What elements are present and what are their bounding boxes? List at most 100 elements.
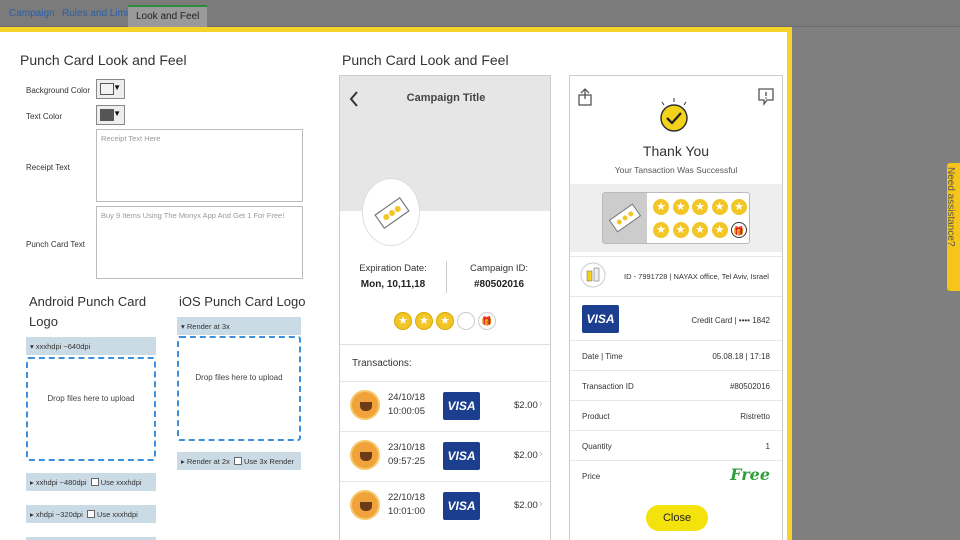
transaction-date: 24/10/18 <box>388 392 425 403</box>
text-color-picker[interactable]: ▼ <box>96 105 125 125</box>
stamp-star-icon: ★ <box>711 199 728 215</box>
ticket-icon <box>374 197 410 229</box>
transaction-date: 23/10/18 <box>388 442 425 453</box>
assistance-side-tab[interactable]: Need assistance? <box>945 163 960 291</box>
punch-filled-icon: ★ <box>415 312 433 330</box>
transaction-amount: $2.00 <box>514 450 538 461</box>
transaction-row[interactable]: 22/10/18 10:01:00 VISA $2.00 › <box>340 481 550 531</box>
transaction-row[interactable]: 24/10/18 10:00:05 VISA $2.00 › <box>340 381 550 431</box>
ios-dropzone[interactable]: Drop files here to upload <box>177 336 301 441</box>
receipt-text-label: Receipt Text <box>26 163 70 172</box>
stamp-star-icon: ★ <box>711 222 728 238</box>
android-dropzone[interactable]: Drop files here to upload <box>26 357 156 461</box>
stamp-card: ★ ★ ★ ★ ★ ★ ★ ★ ★ 🎁 <box>602 192 750 244</box>
form-title: Punch Card Look and Feel <box>20 52 187 68</box>
punch-filled-icon: ★ <box>394 312 412 330</box>
transaction-row[interactable]: 23/10/18 09:57:25 VISA $2.00 › <box>340 431 550 481</box>
divider <box>570 256 782 257</box>
receipt-row-value: #80502016 <box>729 382 770 391</box>
android-render-accordion[interactable]: ▾ xxxhdpi ~640dpi <box>26 337 156 355</box>
vending-machine-icon <box>580 262 606 288</box>
card-info: Credit Card | •••• 1842 <box>691 316 770 325</box>
ios-render-accordion[interactable]: ▾ Render at 3x <box>177 317 301 335</box>
receipt-row: Product Ristretto <box>570 400 782 430</box>
share-icon[interactable] <box>578 88 592 106</box>
ios-2x-accordion[interactable]: ▸ Render at 2x Use 3x Render <box>177 452 301 470</box>
visa-logo: VISA <box>582 305 619 333</box>
gift-icon: 🎁 <box>731 222 747 238</box>
gift-icon: 🎁 <box>478 312 496 330</box>
use-xxxhdpi-checkbox[interactable] <box>90 478 99 486</box>
transaction-time: 10:00:05 <box>388 406 425 417</box>
divider <box>570 296 782 297</box>
receipt-text-input[interactable]: Receipt Text Here <box>96 129 303 202</box>
background-color-swatch <box>100 83 114 95</box>
chevron-right-icon: › <box>539 398 543 410</box>
receipt-row-label: Transaction ID <box>582 382 634 391</box>
receipt-row: Transaction ID #80502016 <box>570 370 782 400</box>
preview-title: Punch Card Look and Feel <box>342 52 509 68</box>
receipt-row: Date | Time 05.08.18 | 17:18 <box>570 340 782 370</box>
receipt-row-label: Quantity <box>582 442 612 451</box>
thank-you-text: Thank You <box>642 143 710 159</box>
use-xxxhdpi-checkbox[interactable] <box>86 510 95 518</box>
transaction-success-text: Your Tansaction Was Successful <box>614 165 738 175</box>
stamp-card-logo <box>603 193 647 243</box>
punch-filled-icon: ★ <box>436 312 454 330</box>
dropdown-arrow-icon: ▼ <box>113 109 121 118</box>
close-button[interactable]: Close <box>646 505 708 531</box>
use-xxxhdpi-label: Use xxxhdpi <box>96 510 138 519</box>
ios-2x-label: Render at 2x <box>186 457 230 466</box>
chevron-right-icon: › <box>539 498 543 510</box>
coffee-cup-icon <box>350 490 380 520</box>
android-xhdpi-accordion[interactable]: ▸ xhdpi ~320dpi Use xxxhdpi <box>26 505 156 523</box>
visa-logo: VISA <box>443 442 480 470</box>
stamp-star-icon: ★ <box>653 199 669 215</box>
punch-empty-icon <box>457 312 475 330</box>
tab-look-and-feel[interactable]: Look and Feel <box>128 5 208 27</box>
ios-render-label: Render at 3x <box>186 322 230 331</box>
dropdown-arrow-icon: ▼ <box>113 83 121 92</box>
campaign-title: Campaign Title <box>406 92 486 104</box>
receipt-row-value: 05.08.18 | 17:18 <box>712 352 770 361</box>
expiration-value: Mon, 10,11,18 <box>360 279 426 290</box>
text-color-swatch <box>100 109 114 121</box>
phone-preview: Campaign Title Expiration Date: Mon, 10,… <box>339 75 551 540</box>
stamp-star-icon: ★ <box>653 222 669 238</box>
transaction-amount: $2.00 <box>514 400 538 411</box>
report-icon[interactable] <box>758 88 774 106</box>
punch-card-logo <box>362 178 420 246</box>
success-check-icon <box>660 98 688 132</box>
receipt-preview: Thank You Your Tansaction Was Successful… <box>569 75 783 540</box>
receipt-row-value: Ristretto <box>740 412 770 421</box>
receipt-row-label: Date | Time <box>582 352 623 361</box>
ticket-icon <box>608 203 642 233</box>
use-xxxhdpi-label: Use xxxhdpi <box>100 478 142 487</box>
tab-campaign[interactable]: Campaign <box>9 8 55 19</box>
merchant-info: ID - 7991728 | NAYAX office, Tel Aviv, I… <box>624 272 769 281</box>
stamp-star-icon: ★ <box>672 199 689 215</box>
android-logo-title: Android Punch Card Logo <box>29 294 147 329</box>
use-3x-render-checkbox[interactable] <box>233 457 242 465</box>
receipt-row-label: Price <box>582 472 601 481</box>
campaign-id-label: Campaign ID: <box>469 263 529 274</box>
android-xxhdpi-accordion[interactable]: ▸ xxhdpi ~480dpi Use xxxhdpi <box>26 473 156 491</box>
look-and-feel-panel: Punch Card Look and Feel Background Colo… <box>0 27 792 540</box>
receipt-row-value: 1 <box>765 442 770 451</box>
expiration-label: Expiration Date: <box>359 263 427 274</box>
receipt-row-label: Product <box>582 412 610 421</box>
android-xxhdpi-label: xxhdpi ~480dpi <box>35 478 87 487</box>
punch-card-text-label: Punch Card Text <box>26 240 85 249</box>
use-3x-render-label: Use 3x Render <box>243 457 295 466</box>
tab-bar: Campaign Rules and Limits Look and Feel <box>0 0 960 27</box>
android-render-label: xxxhdpi ~640dpi <box>35 342 91 351</box>
ios-logo-title: iOS Punch Card Logo <box>179 294 306 309</box>
background-color-picker[interactable]: ▼ <box>96 79 125 99</box>
assistance-label: Need assistance? <box>945 167 956 247</box>
receipt-row-value: Free <box>730 465 770 484</box>
receipt-row: Quantity 1 <box>570 430 782 460</box>
android-xhdpi-label: xhdpi ~320dpi <box>35 510 83 519</box>
punch-card-text-input[interactable]: Buy 9 Items Using The Monyx App And Get … <box>96 206 303 279</box>
tab-rules-and-limits[interactable]: Rules and Limits <box>62 8 136 19</box>
visa-logo: VISA <box>443 492 480 520</box>
